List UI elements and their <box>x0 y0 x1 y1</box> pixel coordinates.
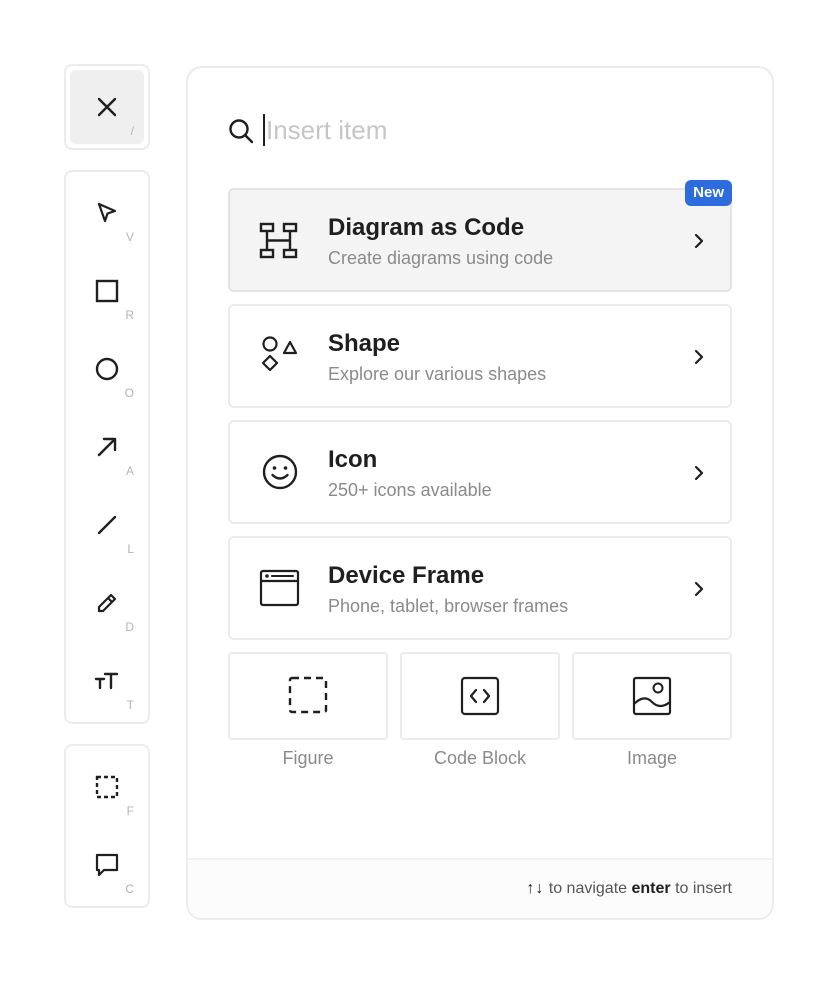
tool-select-shortcut: V <box>125 230 134 244</box>
close-button[interactable]: / <box>70 70 144 144</box>
item-description: 250+ icons available <box>328 480 492 500</box>
tool-rectangle-shortcut: R <box>125 308 134 322</box>
diagram-code-icon <box>259 222 298 259</box>
tile-label: Code Block <box>433 748 527 768</box>
tool-figure-shortcut: F <box>126 804 134 818</box>
tool-draw[interactable]: D <box>70 566 144 640</box>
tool-comment-shortcut: C <box>125 882 134 896</box>
search-input[interactable] <box>262 112 726 148</box>
insert-item-shape[interactable]: Shape Explore our various shapes <box>228 304 732 408</box>
pencil-icon <box>97 593 117 613</box>
tool-rectangle[interactable]: R <box>70 254 144 328</box>
arrow-keys-icon: ↑↓ <box>526 880 545 897</box>
insert-item-device-frame[interactable]: Device Frame Phone, tablet, browser fram… <box>228 536 732 640</box>
item-title: Shape <box>328 330 401 357</box>
item-title: Device Frame <box>328 562 485 589</box>
line-icon <box>97 515 117 535</box>
close-icon <box>97 97 117 117</box>
tile-figure[interactable] <box>228 652 388 740</box>
chevron-right-icon <box>694 581 704 597</box>
browser-window-icon <box>259 569 300 607</box>
text-size-icon <box>94 672 119 690</box>
tile-label: Image <box>626 748 678 768</box>
tool-figure[interactable]: F <box>70 750 144 824</box>
cursor-arrow-icon <box>97 202 117 223</box>
chevron-right-icon <box>694 233 704 249</box>
tile-image[interactable] <box>572 652 732 740</box>
item-title: Diagram as Code <box>328 214 525 241</box>
tool-ellipse-shortcut: O <box>124 386 134 400</box>
tool-comment[interactable]: C <box>70 828 144 902</box>
search-bar <box>228 108 728 152</box>
chevron-right-icon <box>694 349 704 365</box>
tool-arrow-shortcut: A <box>125 464 134 478</box>
keyboard-hint-footer: ↑↓ to navigate enter to insert <box>188 858 772 918</box>
tool-text[interactable]: T <box>70 644 144 718</box>
search-icon <box>229 119 254 144</box>
chevron-right-icon <box>694 465 704 481</box>
tool-select[interactable]: V <box>70 176 144 250</box>
insert-item-icon[interactable]: Icon 250+ icons available <box>228 420 732 524</box>
tool-arrow[interactable]: A <box>70 410 144 484</box>
item-description: Phone, tablet, browser frames <box>328 596 569 616</box>
item-description: Explore our various shapes <box>328 364 547 384</box>
new-badge: New <box>685 180 732 206</box>
tile-code-block[interactable] <box>400 652 560 740</box>
smiley-icon <box>262 454 298 490</box>
tool-draw-shortcut: D <box>125 620 134 634</box>
navigate-text: to navigate <box>548 880 628 897</box>
insert-panel: Diagram as Code Create diagrams using co… <box>186 66 774 920</box>
insert-item-diagram-as-code[interactable]: Diagram as Code Create diagrams using co… <box>228 180 732 292</box>
dashed-frame-icon <box>288 676 328 714</box>
item-title: Icon <box>328 446 378 473</box>
comment-icon <box>95 853 119 877</box>
enter-key: enter <box>631 880 671 897</box>
square-icon <box>95 279 119 303</box>
arrow-icon <box>97 437 117 457</box>
keyboard-hint: ↑↓ to navigate enter to insert <box>526 880 732 898</box>
close-shortcut: / <box>130 124 134 138</box>
tool-ellipse[interactable]: O <box>70 332 144 406</box>
drawing-toolbar: V R O A L D T <box>64 170 150 724</box>
dashed-frame-icon <box>95 775 119 799</box>
tool-line[interactable]: L <box>70 488 144 562</box>
circle-icon <box>95 357 119 381</box>
image-icon <box>632 676 672 716</box>
code-block-icon <box>460 676 500 716</box>
tile-label: Figure <box>282 748 334 768</box>
tool-text-shortcut: T <box>126 698 134 712</box>
shapes-icon <box>261 336 298 372</box>
item-description: Create diagrams using code <box>328 248 554 268</box>
tool-line-shortcut: L <box>127 542 134 556</box>
extra-toolbar: F C <box>64 744 150 908</box>
insert-text: to insert <box>675 880 732 897</box>
close-toolbar-group: / <box>64 64 150 150</box>
